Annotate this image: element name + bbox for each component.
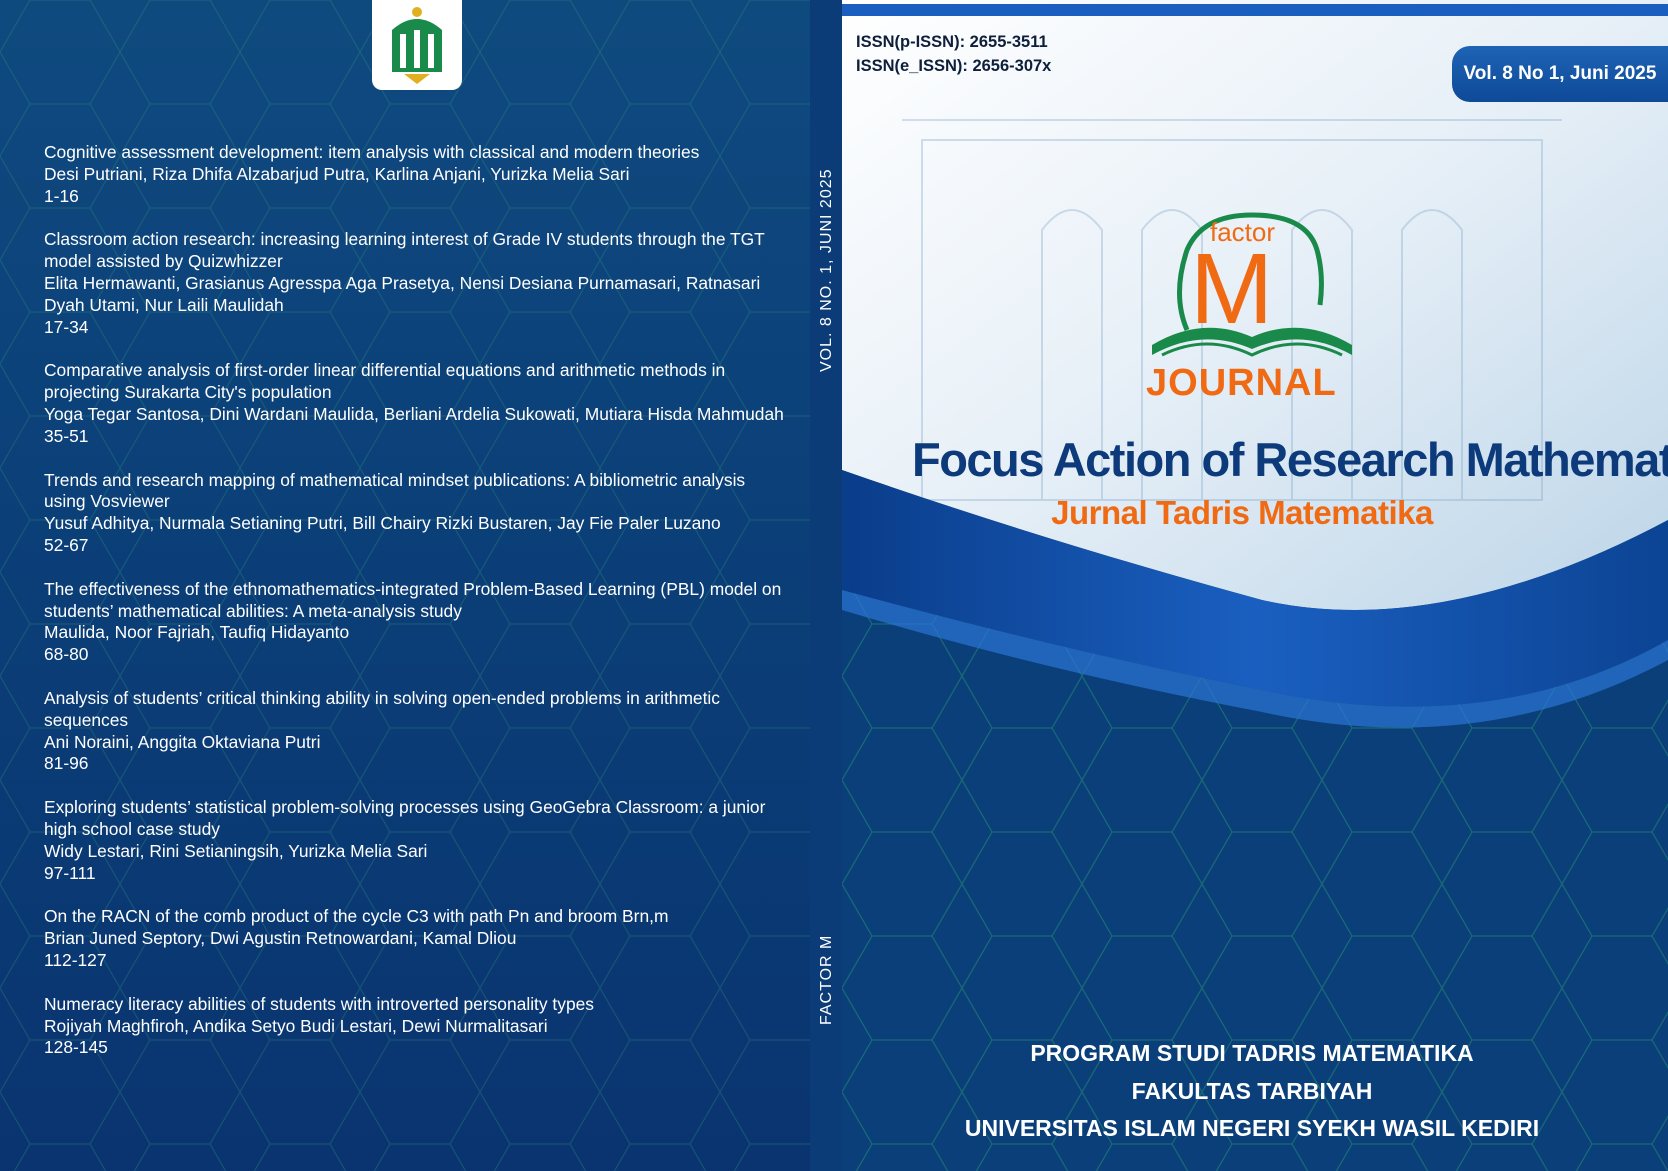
article-entry: Comparative analysis of first-order line…	[44, 360, 784, 447]
article-pages: 128-145	[44, 1037, 108, 1058]
institution-faculty: FAKULTAS TARBIYAH	[1131, 1078, 1373, 1104]
article-title[interactable]: Classroom action research: increasing le…	[44, 229, 784, 273]
spine-journal-name: FACTOR M	[818, 934, 835, 1025]
article-title[interactable]: The effectiveness of the ethnomathematic…	[44, 579, 784, 623]
article-pages: 112-127	[44, 949, 107, 970]
article-entry: Classroom action research: increasing le…	[44, 229, 784, 338]
article-entry: Numeracy literacy abilities of students …	[44, 994, 784, 1059]
back-cover: Cognitive assessment development: item a…	[0, 0, 810, 1171]
article-authors: Yusuf Adhitya, Nurmala Setianing Putri, …	[44, 513, 721, 534]
journal-title: Focus Action of Research Mathematic	[912, 433, 1668, 486]
article-authors: Maulida, Noor Fajriah, Taufiq Hidayanto	[44, 622, 350, 643]
article-authors: Brian Juned Septory, Dwi Agustin Retnowa…	[44, 928, 517, 949]
article-authors: Rojiyah Maghfiroh, Andika Setyo Budi Les…	[44, 1015, 548, 1036]
article-title[interactable]: Cognitive assessment development: item a…	[44, 142, 784, 164]
article-pages: 97-111	[44, 862, 96, 883]
article-entry: Trends and research mapping of mathemati…	[44, 470, 784, 557]
article-entry: Cognitive assessment development: item a…	[44, 142, 784, 207]
article-authors: Ani Noraini, Anggita Oktaviana Putri	[44, 731, 321, 752]
article-pages: 35-51	[44, 425, 89, 446]
article-title[interactable]: On the RACN of the comb product of the c…	[44, 906, 784, 928]
issn-online: ISSN(e_ISSN): 2656-307x	[856, 57, 1052, 75]
article-pages: 81-96	[44, 753, 89, 774]
article-entry: The effectiveness of the ethnomathematic…	[44, 579, 784, 666]
article-pages: 52-67	[44, 534, 89, 555]
front-cover: ISSN(p-ISSN): 2655-3511 ISSN(e_ISSN): 26…	[842, 0, 1668, 1171]
institution-program: PROGRAM STUDI TADRIS MATEMATIKA	[1030, 1040, 1474, 1066]
article-title[interactable]: Numeracy literacy abilities of students …	[44, 994, 784, 1016]
article-entry: Analysis of students’ critical thinking …	[44, 688, 784, 775]
issn-print: ISSN(p-ISSN): 2655-3511	[856, 33, 1048, 51]
article-title[interactable]: Trends and research mapping of mathemati…	[44, 470, 784, 514]
university-logo	[372, 0, 462, 90]
spine-volume: VOL. 8 NO. 1, JUNI 2025	[818, 168, 835, 372]
article-authors: Widy Lestari, Rini Setianingsih, Yurizka…	[44, 840, 428, 861]
institution-university: UNIVERSITAS ISLAM NEGERI SYEKH WASIL KED…	[964, 1115, 1540, 1141]
university-emblem-icon	[392, 7, 442, 84]
article-authors: Yoga Tegar Santosa, Dini Wardani Maulida…	[44, 403, 784, 424]
article-title[interactable]: Exploring students’ statistical problem-…	[44, 797, 784, 841]
article-pages: 68-80	[44, 644, 89, 665]
article-title[interactable]: Analysis of students’ critical thinking …	[44, 688, 784, 732]
journal-subtitle: Jurnal Tadris Matematika	[1051, 494, 1433, 531]
article-title[interactable]: Comparative analysis of first-order line…	[44, 360, 784, 404]
article-authors: Elita Hermawanti, Grasianus Agresspa Aga…	[44, 272, 761, 315]
issn-block: ISSN(p-ISSN): 2655-3511 ISSN(e_ISSN): 26…	[856, 30, 1051, 78]
volume-badge: Vol. 8 No 1, Juni 2025	[1452, 46, 1668, 102]
article-authors: Desi Putriani, Riza Dhifa Alzabarjud Put…	[44, 163, 630, 184]
article-entry: On the RACN of the comb product of the c…	[44, 906, 784, 971]
table-of-contents: Cognitive assessment development: item a…	[44, 142, 784, 1081]
logo-word: JOURNAL	[1146, 362, 1337, 404]
journal-logo: factor M JOURNAL	[1142, 205, 1362, 410]
article-pages: 1-16	[44, 185, 79, 206]
article-entry: Exploring students’ statistical problem-…	[44, 797, 784, 884]
article-pages: 17-34	[44, 316, 89, 337]
open-book-icon: factor M JOURNAL	[1146, 212, 1352, 404]
